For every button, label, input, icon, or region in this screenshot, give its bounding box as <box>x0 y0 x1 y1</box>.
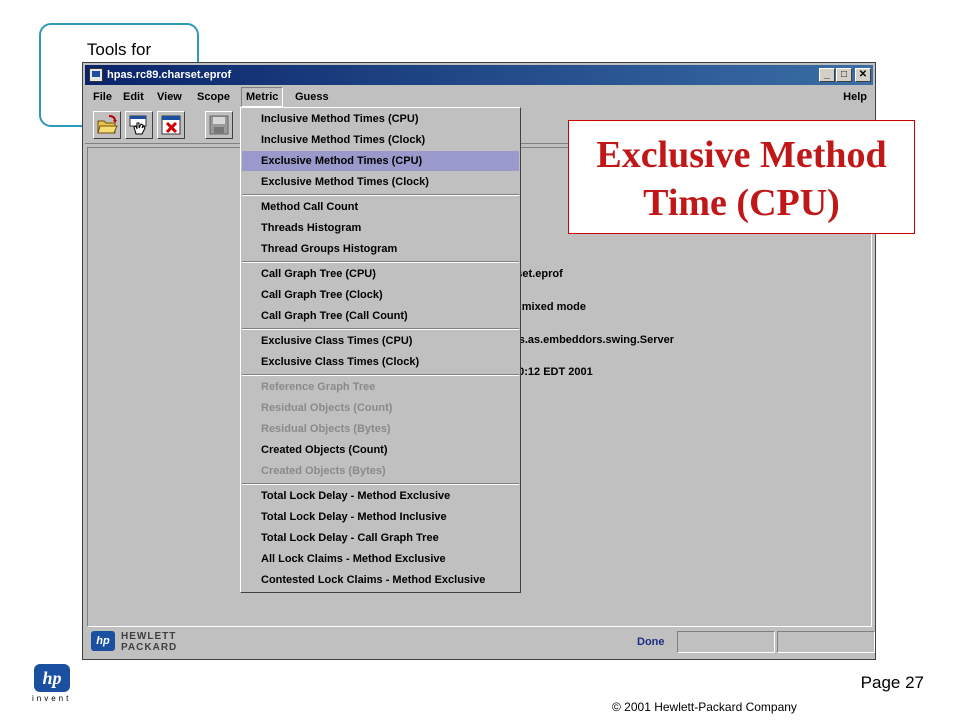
metric-menu-item[interactable]: Exclusive Class Times (CPU) <box>242 331 519 351</box>
copyright: © 2001 Hewlett-Packard Company <box>612 700 797 714</box>
callout-line-2: Time (CPU) <box>643 182 840 224</box>
brand-line-2: PACKARD <box>121 642 178 653</box>
metric-menu-item[interactable]: Inclusive Method Times (CPU) <box>242 109 519 129</box>
report-line: it mixed mode <box>512 301 586 313</box>
metric-menu-item[interactable]: Created Objects (Count) <box>242 440 519 460</box>
minimize-button[interactable]: _ <box>819 68 835 82</box>
metric-menu-item[interactable]: Exclusive Method Times (Clock) <box>242 172 519 192</box>
menu-guess[interactable]: Guess <box>291 87 333 107</box>
metric-menu-item: Reference Graph Tree <box>261 381 376 393</box>
report-line: os.as.embeddors.swing.Server <box>512 334 675 346</box>
status-field <box>677 631 775 653</box>
metric-menu-item[interactable]: Total Lock Delay - Method Exclusive <box>242 486 519 506</box>
close-button[interactable]: ✕ <box>855 68 871 82</box>
open-icon <box>97 115 118 134</box>
window-titlebar[interactable]: hpas.rc89.charset.eprof _ □ ✕ <box>85 65 873 85</box>
status-field <box>777 631 875 653</box>
metric-menu-item[interactable]: Thread Groups Histogram <box>242 239 519 259</box>
metric-menu-item[interactable]: All Lock Claims - Method Exclusive <box>242 549 519 569</box>
metric-dropdown-menu: Inclusive Method Times (CPU) Inclusive Me… <box>240 107 521 593</box>
menu-separator <box>242 483 519 485</box>
invent-text: invent <box>32 694 72 703</box>
hand-icon <box>129 115 147 135</box>
metric-menu-item[interactable]: Method Call Count <box>242 197 519 217</box>
metric-menu-item[interactable]: Call Graph Tree (CPU) <box>242 264 519 284</box>
metric-menu-item[interactable]: Call Graph Tree (Clock) <box>242 285 519 305</box>
metric-menu-item[interactable]: Total Lock Delay - Call Graph Tree <box>242 528 519 548</box>
status-bar: hp HEWLETT PACKARD Done <box>87 629 875 655</box>
menu-separator <box>242 261 519 263</box>
menu-file[interactable]: File <box>89 87 116 107</box>
report-line: 10:12 EDT 2001 <box>512 366 593 378</box>
window-controls: _ □ ✕ <box>819 68 871 82</box>
menu-edit[interactable]: Edit <box>119 87 148 107</box>
metric-menu-item: Residual Objects (Count) <box>261 402 393 414</box>
hp-invent-logo: hp invent <box>28 664 76 703</box>
callout-line-1: Exclusive Method <box>596 134 887 176</box>
metric-menu-item[interactable]: Threads Histogram <box>242 218 519 238</box>
page-number: Page 27 <box>860 673 924 692</box>
menu-separator <box>242 374 519 376</box>
hp-logo-icon: hp <box>91 631 115 651</box>
brand-line-1: HEWLETT <box>121 631 177 642</box>
metric-menu-item[interactable]: Inclusive Method Times (Clock) <box>242 130 519 150</box>
open-button[interactable] <box>93 111 121 139</box>
save-button[interactable] <box>205 111 233 139</box>
metric-menu-item[interactable]: Exclusive Class Times (Clock) <box>242 352 519 372</box>
metric-menu-item[interactable]: Exclusive Method Times (CPU) <box>242 151 519 171</box>
menu-metric[interactable]: Metric <box>241 87 284 107</box>
save-icon <box>209 115 229 135</box>
metric-menu-item[interactable]: Contested Lock Claims - Method Exclusive <box>242 570 519 590</box>
close-file-button[interactable] <box>157 111 185 139</box>
menu-separator <box>242 194 519 196</box>
maximize-button[interactable]: □ <box>836 68 852 82</box>
metric-menu-item[interactable]: Call Graph Tree (Call Count) <box>242 306 519 326</box>
callout-box: Exclusive Method Time (CPU) <box>568 120 915 234</box>
menu-view[interactable]: View <box>153 87 186 107</box>
close-file-icon <box>161 115 181 135</box>
metric-menu-item[interactable]: Total Lock Delay - Method Inclusive <box>242 507 519 527</box>
metric-menu-item: Created Objects (Bytes) <box>261 465 386 477</box>
select-button[interactable] <box>125 111 153 139</box>
menu-help[interactable]: Help <box>843 87 867 107</box>
slide-title-line-1: Tools for <box>86 40 152 59</box>
window-title: hpas.rc89.charset.eprof <box>107 69 232 81</box>
menu-scope[interactable]: Scope <box>193 87 234 107</box>
menu-separator <box>242 328 519 330</box>
metric-menu-item: Residual Objects (Bytes) <box>261 423 391 435</box>
menu-bar: File Edit View Scope Metric Guess Help <box>85 87 873 107</box>
status-text: Done <box>637 636 665 648</box>
app-icon[interactable] <box>89 68 103 82</box>
brand-name: HEWLETT PACKARD <box>121 631 177 653</box>
hp-logo-icon: hp <box>34 664 70 692</box>
